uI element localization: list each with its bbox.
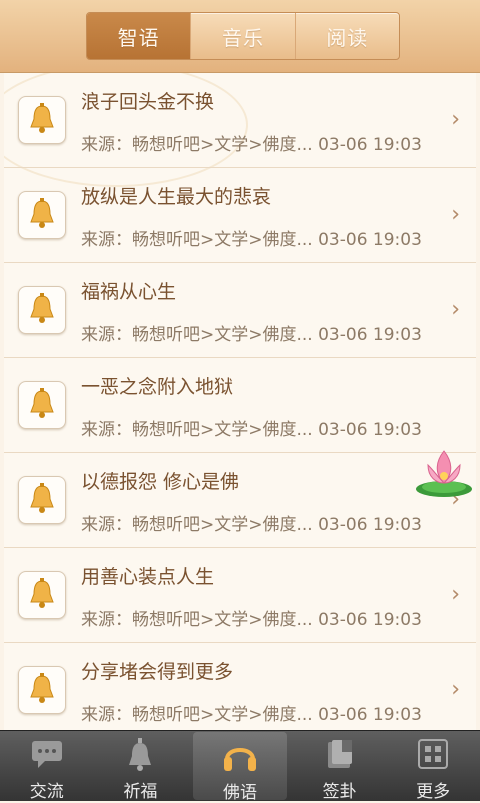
chevron-right-icon: › [451,107,460,132]
nav-divination[interactable]: 签卦 [293,731,387,802]
headphones-icon [223,748,256,771]
nav-pray[interactable]: 祈福 [94,731,188,802]
tab-reading[interactable]: 阅读 [296,13,399,59]
item-meta: 来源：畅想听吧>文学>佛度... 03-06 19:03 [81,420,422,440]
chevron-right-icon: › [451,582,460,607]
list-item[interactable]: 浪子回头金不换 来源：畅想听吧>文学>佛度... 03-06 19:03 › [4,73,476,168]
item-meta: 来源：畅想听吧>文学>佛度... 03-06 19:03 [81,705,422,725]
cards-icon [327,740,352,768]
tab-music[interactable]: 音乐 [191,13,296,59]
nav-more[interactable]: 更多 [386,731,480,802]
list-item[interactable]: 一恶之念附入地狱 来源：畅想听吧>文学>佛度... 03-06 19:03 [4,358,476,453]
list-item[interactable]: 福祸从心生 来源：畅想听吧>文学>佛度... 03-06 19:03 › [4,263,476,358]
item-title: 浪子回头金不换 [81,91,215,113]
item-meta: 来源：畅想听吧>文学>佛度... 03-06 19:03 [81,325,422,345]
message-list: 浪子回头金不换 来源：畅想听吧>文学>佛度... 03-06 19:03 › 放… [4,73,476,730]
nav-label: 佛语 [222,783,257,803]
item-title: 福祸从心生 [81,281,177,303]
item-meta: 来源：畅想听吧>文学>佛度... 03-06 19:03 [81,230,422,250]
chevron-right-icon: › [451,202,460,227]
nav-label: 更多 [416,782,451,802]
list-item[interactable]: 用善心装点人生 来源：畅想听吧>文学>佛度... 03-06 19:03 › [4,548,476,643]
item-meta: 来源：畅想听吧>文学>佛度... 03-06 19:03 [81,610,422,630]
list-item[interactable]: 放纵是人生最大的悲哀 来源：畅想听吧>文学>佛度... 03-06 19:03 … [4,168,476,263]
top-bar: 智语 音乐 阅读 [0,0,480,73]
nav-chat[interactable]: 交流 [0,731,94,802]
bell-icon [18,666,66,714]
item-title: 分享堵会得到更多 [81,661,234,683]
item-title: 用善心装点人生 [81,566,215,588]
nav-label: 交流 [29,782,64,802]
bottom-nav: 交流 祈福 佛语 签卦 更多 [0,730,480,803]
bell-icon [18,571,66,619]
item-title: 一恶之念附入地狱 [81,376,234,398]
lotus-icon[interactable] [414,443,474,499]
chevron-right-icon: › [451,297,460,322]
grid-icon [418,739,449,769]
nav-label: 祈福 [123,782,158,802]
item-meta: 来源：畅想听吧>文学>佛度... 03-06 19:03 [81,515,422,535]
item-title: 以德报怨 修心是佛 [81,471,240,493]
item-meta: 来源：畅想听吧>文学>佛度... 03-06 19:03 [81,135,422,155]
bell-icon [18,381,66,429]
chevron-right-icon: › [451,677,460,702]
nav-label: 签卦 [322,782,357,802]
list-item[interactable]: 以德报怨 修心是佛 来源：畅想听吧>文学>佛度... 03-06 19:03 › [4,453,476,548]
list-item[interactable]: 分享堵会得到更多 来源：畅想听吧>文学>佛度... 03-06 19:03 › [4,643,476,730]
segmented-tabs: 智语 音乐 阅读 [86,12,400,60]
chat-icon [31,741,62,768]
bell-icon [18,191,66,239]
tab-wisdom[interactable]: 智语 [87,13,192,59]
bell-icon [18,286,66,334]
item-title: 放纵是人生最大的悲哀 [81,186,272,208]
bell-icon [18,96,66,144]
bell-icon [129,738,152,771]
nav-buddha-words[interactable]: 佛语 [193,732,287,803]
bell-icon [18,476,66,524]
